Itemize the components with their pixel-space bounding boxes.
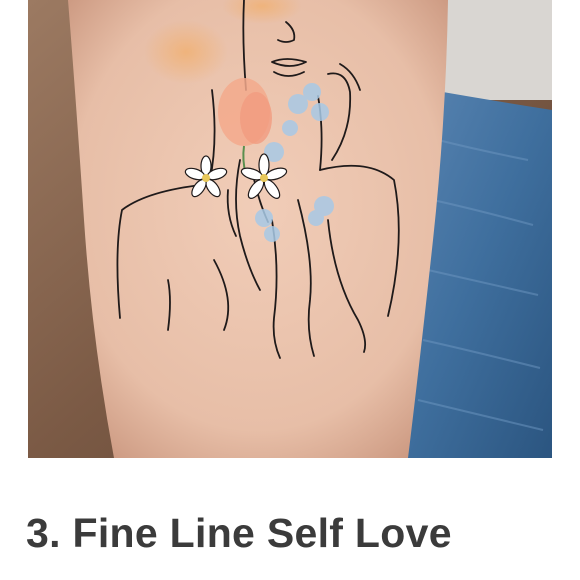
forearm-skin bbox=[68, 0, 448, 458]
article-page: 3. Fine Line Self Love bbox=[0, 0, 580, 580]
blush-cheek bbox=[144, 20, 228, 84]
heading-number: 3. bbox=[26, 510, 61, 556]
article-heading: 3. Fine Line Self Love bbox=[26, 508, 452, 558]
tattoo-photo bbox=[28, 0, 552, 458]
heading-title: Fine Line Self Love bbox=[72, 510, 452, 556]
